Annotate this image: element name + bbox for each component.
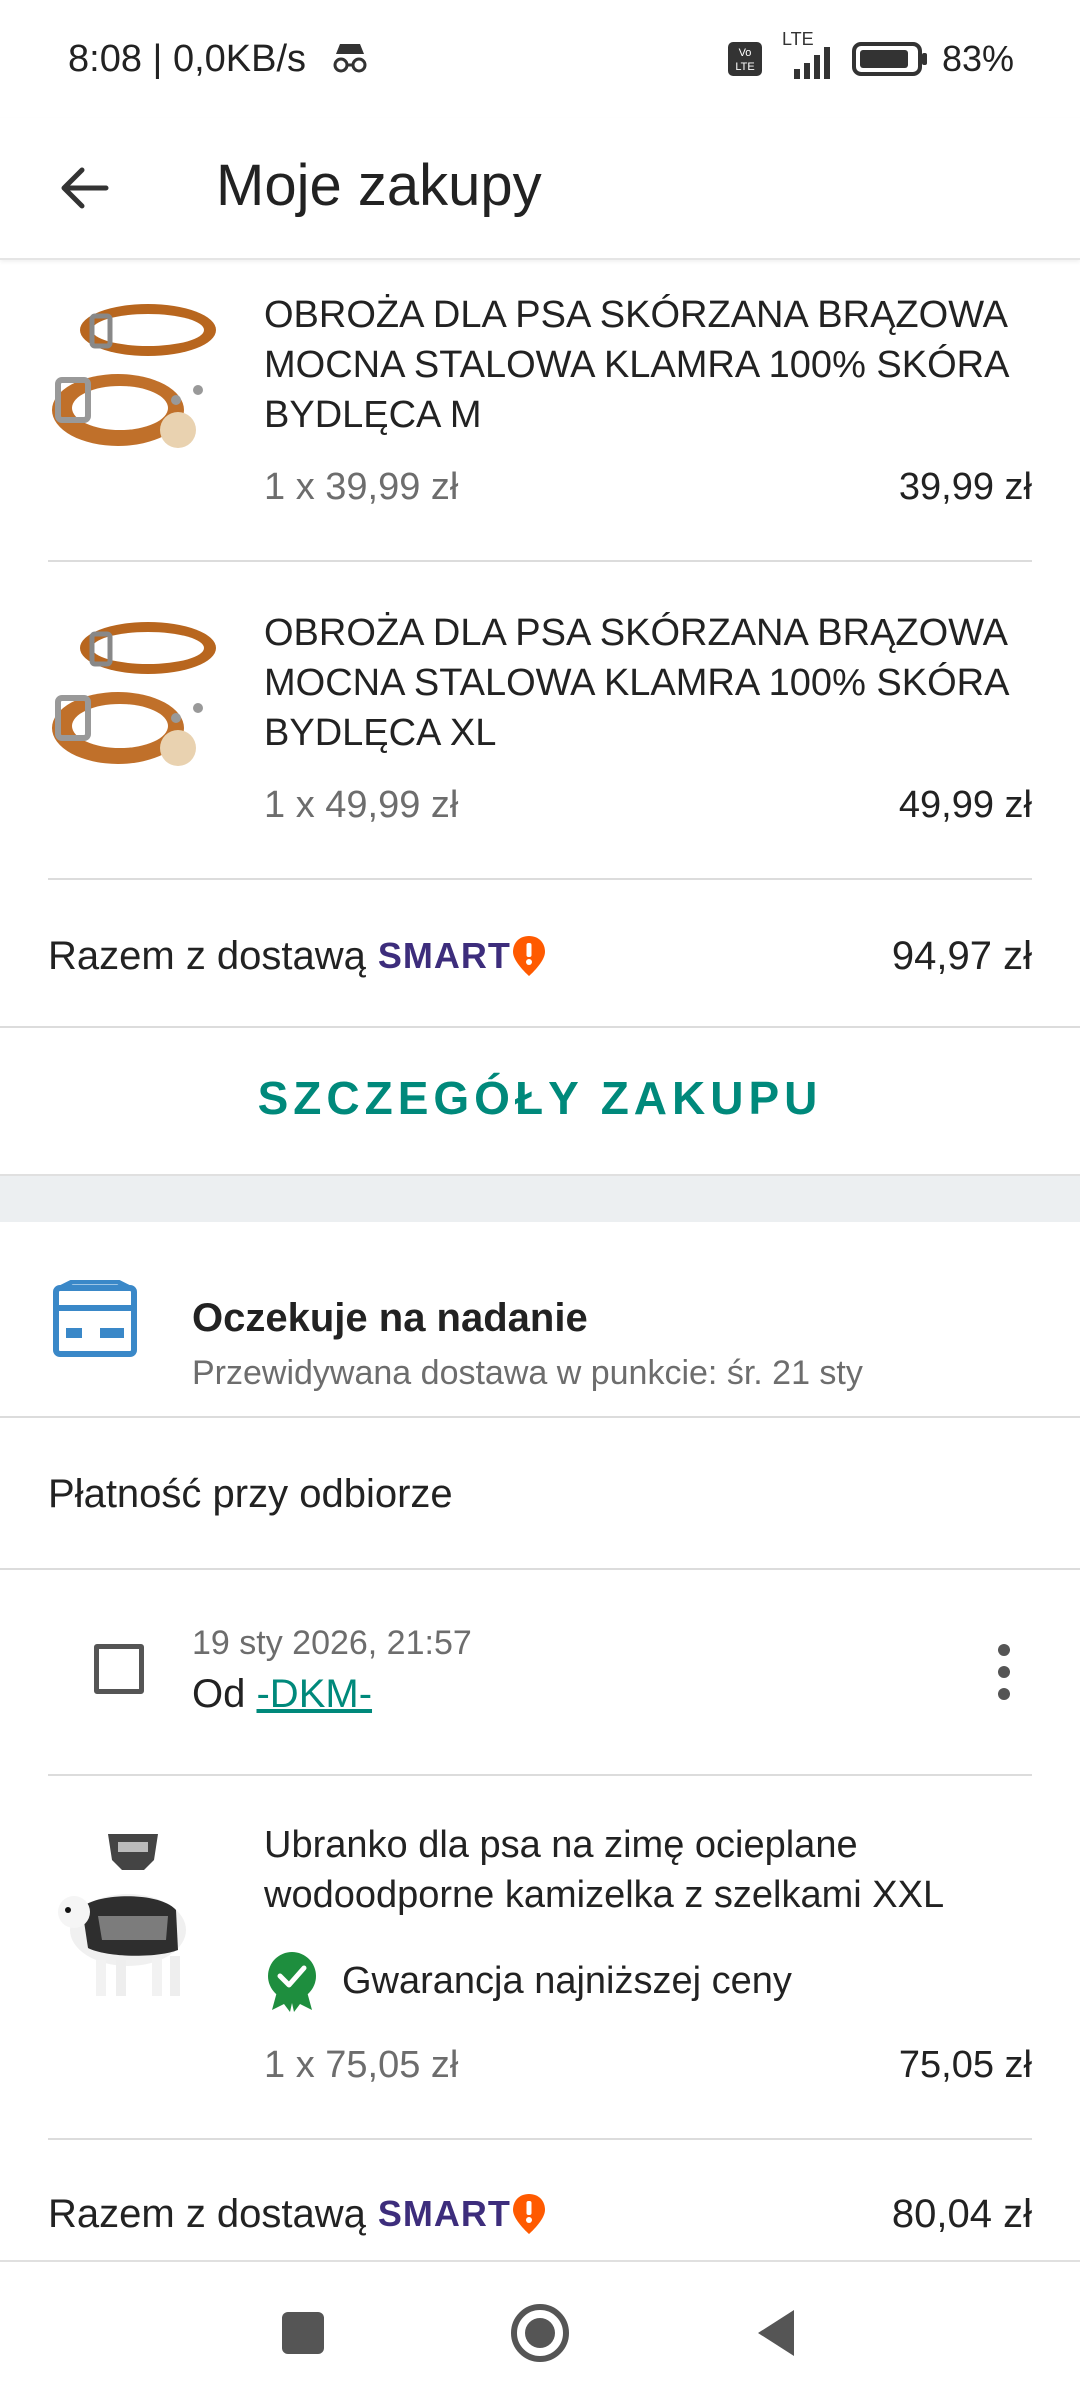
total-label-text: Razem z dostawą (48, 2192, 366, 2236)
purchases-list[interactable]: OBROŻA DLA PSA SKÓRZANA BRĄZOWA MOCNA ST… (0, 260, 1080, 2256)
order-checkbox[interactable] (94, 1644, 144, 1694)
seller-link[interactable]: -DKM- (256, 1672, 372, 1716)
purchase-details-button[interactable]: SZCZEGÓŁY ZAKUPU (0, 1028, 1080, 1168)
page-title: Moje zakupy (216, 153, 542, 218)
product-name: Ubranko dla psa na zimę ocieplane wodood… (264, 1824, 945, 1916)
volte-icon: Vo LTE (727, 42, 762, 76)
product-name: OBROŻA DLA PSA SKÓRZANA BRĄZOWA MOCNA ST… (264, 294, 1008, 436)
battery-percent: 83% (941, 38, 1014, 79)
divider (48, 1774, 1032, 1776)
product-qty-price: 1 x 75,05 zł (264, 2044, 459, 2086)
product-image (52, 304, 216, 448)
signal-icon: LTE (778, 29, 838, 81)
system-nav-bar (0, 2260, 1080, 2402)
delivery-estimate: Przewidywana dostawa w punkcie: śr. 21 s… (192, 1354, 863, 1392)
total-label-text: Razem z dostawą (48, 934, 366, 978)
product-total: 49,99 zł (898, 784, 1032, 826)
total-row: Razem z dostawą SMART 94,97 zł (48, 916, 1032, 996)
payment-method: Płatność przy odbiorze (48, 1472, 453, 1516)
smart-badge-icon (512, 2194, 545, 2234)
price-guarantee: Gwarancja najniższej ceny (264, 1950, 792, 2012)
guarantee-badge-icon (268, 1952, 316, 2012)
product-item[interactable]: OBROŻA DLA PSA SKÓRZANA BRĄZOWA MOCNA ST… (48, 608, 1032, 858)
shipping-status: Oczekuje na nadanie (192, 1296, 588, 1340)
incognito-icon (333, 44, 367, 73)
home-circle-icon[interactable] (505, 2298, 575, 2368)
status-bar: 8:08 | 0,0KB/s Vo LTE LTE 83% (0, 0, 1080, 118)
product-qty-price: 1 x 39,99 zł (264, 466, 459, 508)
seller-line: Od -DKM- (192, 1672, 372, 1717)
total-label: Razem z dostawą SMART (48, 916, 547, 996)
seller-prefix: Od (192, 1672, 246, 1716)
product-image (58, 1834, 186, 1996)
smart-logo: SMART (378, 2174, 547, 2254)
product-item[interactable]: OBROŻA DLA PSA SKÓRZANA BRĄZOWA MOCNA ST… (48, 290, 1032, 540)
product-name: OBROŻA DLA PSA SKÓRZANA BRĄZOWA MOCNA ST… (264, 612, 1008, 754)
product-qty-price: 1 x 49,99 zł (264, 784, 459, 826)
status-icons: Vo LTE LTE 83% (726, 29, 1014, 84)
guarantee-text: Gwarancja najniższej ceny (342, 1959, 792, 2002)
divider (48, 878, 1032, 880)
product-item[interactable]: Ubranko dla psa na zimę ocieplane wodood… (48, 1820, 1032, 2140)
svg-text:LTE: LTE (735, 61, 754, 73)
total-row: Razem z dostawą SMART 80,04 zł (48, 2174, 1032, 2254)
product-total: 75,05 zł (898, 2044, 1032, 2086)
total-value: 80,04 zł (891, 2192, 1032, 2236)
svg-text:Vo: Vo (739, 47, 752, 59)
divider (48, 2138, 1032, 2140)
more-vert-icon[interactable] (984, 1632, 1024, 1712)
divider (0, 1416, 1080, 1418)
section-separator (0, 1174, 1080, 1222)
back-arrow-icon[interactable] (48, 150, 124, 226)
recents-square-icon[interactable] (268, 2298, 338, 2368)
divider (0, 1568, 1080, 1570)
package-icon (53, 1280, 137, 1357)
order-date: 19 sty 2026, 21:57 (192, 1624, 472, 1662)
smart-text: SMART (377, 935, 511, 976)
app-bar: Moje zakupy (0, 118, 1080, 260)
total-value: 94,97 zł (891, 934, 1032, 978)
smart-logo: SMART (378, 916, 547, 996)
status-time: 8:08 | 0,0KB/s (68, 38, 307, 80)
smart-badge-icon (512, 936, 545, 976)
product-image (52, 622, 216, 766)
smart-text: SMART (377, 2193, 511, 2234)
total-label: Razem z dostawą SMART (48, 2174, 547, 2254)
product-total: 39,99 zł (898, 466, 1032, 508)
divider (48, 560, 1032, 562)
back-triangle-icon[interactable] (742, 2298, 812, 2368)
battery-icon (851, 42, 927, 76)
